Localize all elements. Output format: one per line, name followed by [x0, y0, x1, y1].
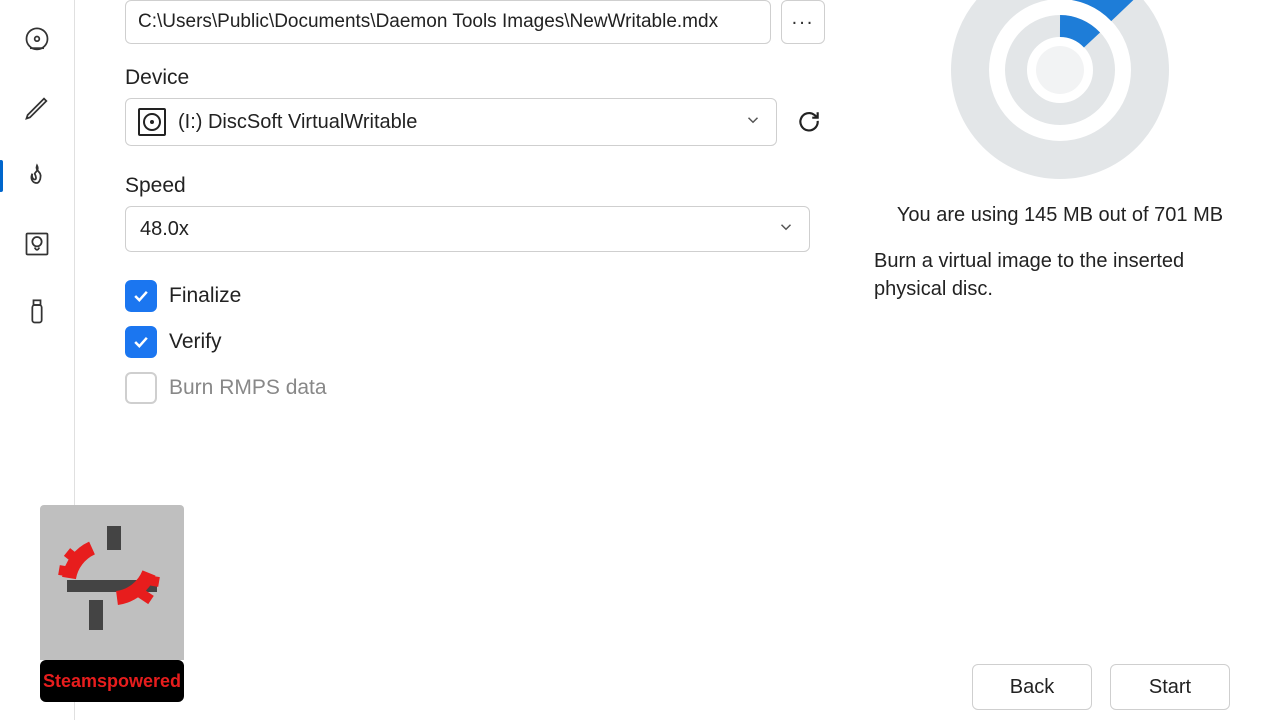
- logo-label: Steamspowered: [40, 660, 184, 702]
- sidebar-burn-icon[interactable]: [17, 156, 57, 196]
- main-panel: ... Device (I:) DiscSoft VirtualWritable…: [125, 0, 825, 720]
- rmps-label: Burn RMPS data: [169, 376, 327, 400]
- finalize-checkbox[interactable]: [125, 280, 157, 312]
- finalize-checkbox-row[interactable]: Finalize: [125, 280, 825, 312]
- start-button[interactable]: Start: [1110, 664, 1230, 710]
- image-path-input[interactable]: [125, 0, 771, 44]
- sidebar-image-icon[interactable]: [17, 224, 57, 264]
- right-panel: You are using 145 MB out of 701 MB Burn …: [870, 0, 1250, 303]
- speed-selected-text: 48.0x: [140, 218, 189, 241]
- browse-button[interactable]: ...: [781, 0, 825, 44]
- verify-checkbox[interactable]: [125, 326, 157, 358]
- speed-label: Speed: [125, 174, 825, 198]
- finalize-label: Finalize: [169, 284, 241, 308]
- logo-gear-icon: [40, 505, 184, 660]
- back-button[interactable]: Back: [972, 664, 1092, 710]
- sidebar-usb-icon[interactable]: [17, 292, 57, 332]
- sidebar-edit-icon[interactable]: [17, 88, 57, 128]
- refresh-button[interactable]: [793, 106, 825, 138]
- usage-text: You are using 145 MB out of 701 MB: [870, 204, 1250, 227]
- device-selected-text: (I:) DiscSoft VirtualWritable: [178, 111, 417, 134]
- usage-donut: [870, 0, 1250, 180]
- disc-icon: [138, 108, 166, 136]
- verify-checkbox-row[interactable]: Verify: [125, 326, 825, 358]
- rmps-checkbox-row[interactable]: Burn RMPS data: [125, 372, 825, 404]
- logo-badge: Steamspowered: [40, 505, 184, 702]
- speed-select[interactable]: 48.0x: [125, 206, 810, 252]
- rmps-checkbox[interactable]: [125, 372, 157, 404]
- usage-description: Burn a virtual image to the inserted phy…: [870, 247, 1250, 303]
- chevron-down-icon: [744, 111, 762, 134]
- verify-label: Verify: [169, 330, 222, 354]
- device-select[interactable]: (I:) DiscSoft VirtualWritable: [125, 98, 777, 146]
- chevron-down-icon: [777, 218, 795, 241]
- sidebar-drive-icon[interactable]: [17, 20, 57, 60]
- footer-buttons: Back Start: [972, 664, 1230, 710]
- device-label: Device: [125, 66, 825, 90]
